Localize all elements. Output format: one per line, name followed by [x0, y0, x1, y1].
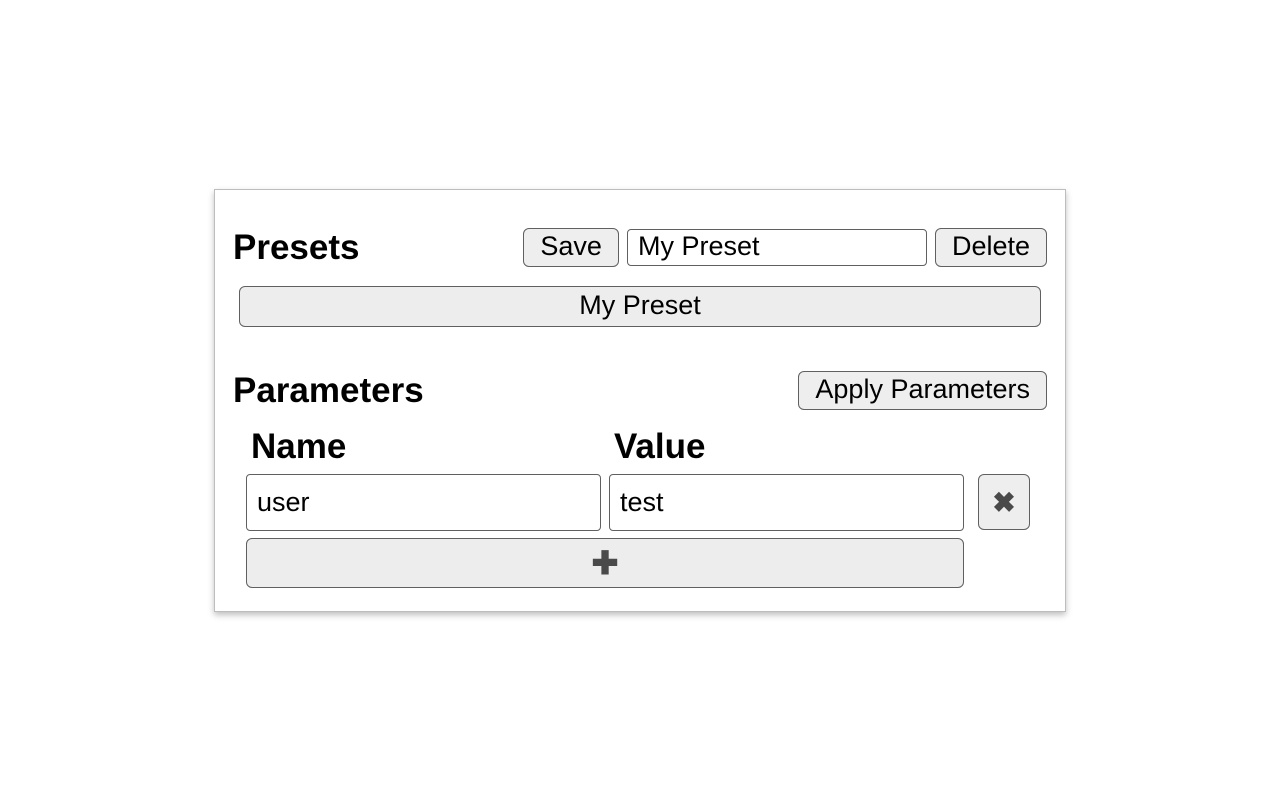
table-row: ✖: [245, 473, 1031, 532]
column-header-value: Value: [608, 427, 965, 469]
param-value-input[interactable]: [609, 474, 964, 531]
preset-list: My Preset: [233, 286, 1047, 327]
parameters-header: Parameters Apply Parameters: [233, 371, 1047, 411]
presets-title: Presets: [233, 228, 359, 268]
parameters-table: Name Value ✖: [239, 423, 1037, 593]
save-button[interactable]: Save: [523, 228, 619, 266]
parameters-title: Parameters: [233, 371, 424, 411]
presets-header: Presets Save Delete: [233, 228, 1047, 268]
delete-button[interactable]: Delete: [935, 228, 1047, 266]
parameters-controls: Apply Parameters: [798, 371, 1047, 409]
close-icon: ✖: [992, 486, 1015, 519]
add-row-button[interactable]: ✚: [246, 538, 964, 588]
param-name-input[interactable]: [246, 474, 601, 531]
apply-parameters-button[interactable]: Apply Parameters: [798, 371, 1047, 409]
preset-name-input[interactable]: [627, 229, 927, 266]
preset-item[interactable]: My Preset: [239, 286, 1041, 327]
column-header-name: Name: [245, 427, 602, 469]
plus-icon: ✚: [592, 544, 619, 582]
delete-row-button[interactable]: ✖: [978, 474, 1030, 530]
presets-controls: Save Delete: [523, 228, 1047, 266]
settings-panel: Presets Save Delete My Preset Parameters…: [214, 189, 1066, 612]
add-row: ✚: [245, 536, 1031, 589]
